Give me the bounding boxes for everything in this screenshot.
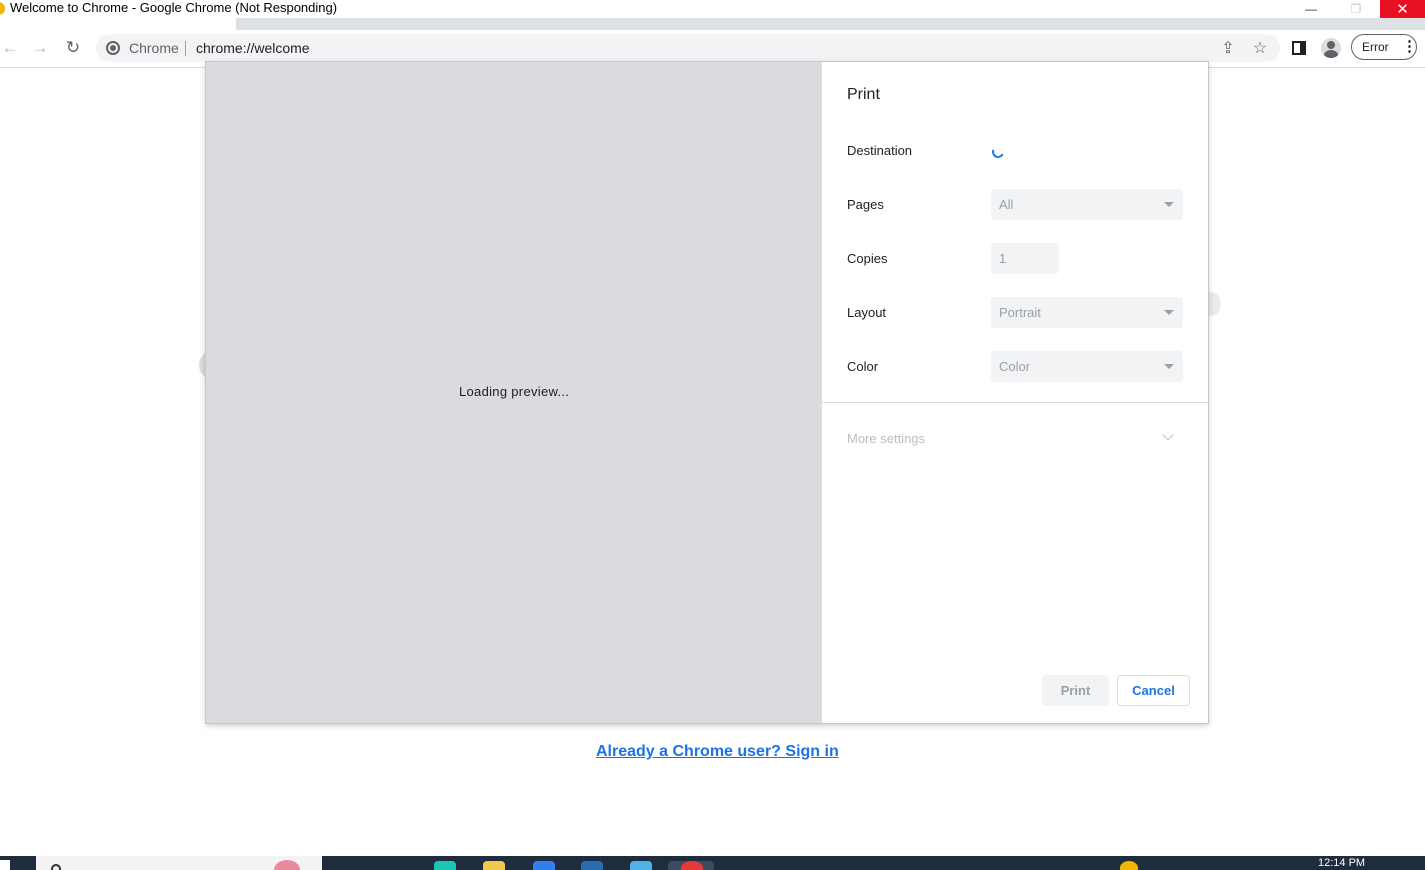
file-explorer-icon[interactable] — [483, 861, 505, 870]
loading-preview-text: Loading preview... — [459, 384, 570, 399]
pages-value: All — [999, 197, 1014, 212]
reload-button[interactable]: ↻ — [61, 37, 85, 59]
share-icon[interactable]: ⇪ — [1218, 38, 1238, 58]
mail-icon[interactable] — [533, 861, 555, 870]
search-icon — [51, 864, 61, 870]
print-title: Print — [847, 86, 880, 103]
more-menu-icon[interactable]: ⋮ — [1402, 38, 1417, 56]
chrome-icon[interactable] — [681, 861, 703, 870]
color-select[interactable]: Color — [991, 351, 1183, 382]
color-label: Color — [847, 359, 879, 374]
profile-error-button[interactable]: Error ⋮ — [1351, 34, 1417, 60]
chevron-down-icon — [1164, 364, 1174, 369]
destination-label: Destination — [847, 143, 913, 158]
tab-strip — [236, 18, 1425, 30]
app-icon[interactable] — [630, 861, 652, 870]
title-bar: Welcome to Chrome - Google Chrome (Not R… — [0, 0, 1425, 18]
pages-label: Pages — [847, 197, 884, 212]
color-value: Color — [999, 359, 1031, 374]
sign-in-link[interactable]: Already a Chrome user? Sign in — [596, 743, 839, 761]
loading-spinner-icon — [990, 144, 1006, 160]
clock-time[interactable]: 12:14 PM — [1318, 857, 1365, 869]
copies-field[interactable]: 1 — [991, 243, 1059, 274]
site-info-icon[interactable] — [106, 41, 120, 55]
chevron-down-icon — [1164, 310, 1174, 315]
minimize-button[interactable]: — — [1288, 0, 1334, 18]
more-settings-toggle[interactable]: More settings — [847, 431, 925, 446]
window-title: Welcome to Chrome - Google Chrome (Not R… — [10, 0, 338, 15]
chrome-logo-icon — [0, 2, 5, 15]
copies-label: Copies — [847, 251, 888, 266]
chevron-down-icon — [1164, 202, 1174, 207]
layout-label: Layout — [847, 305, 887, 320]
edge-icon[interactable] — [434, 861, 456, 870]
copies-value: 1 — [999, 251, 1007, 266]
address-separator — [185, 41, 186, 56]
taskbar-search-box[interactable] — [36, 856, 322, 870]
profile-error-label: Error — [1362, 40, 1389, 54]
forward-button[interactable]: → — [28, 37, 52, 59]
print-preview-area: Loading preview... — [206, 62, 822, 723]
cancel-button[interactable]: Cancel — [1117, 675, 1190, 706]
settings-divider — [822, 402, 1208, 403]
windows-taskbar: 12:14 PM — [0, 856, 1425, 870]
layout-select[interactable]: Portrait — [991, 297, 1183, 328]
layout-value: Portrait — [999, 305, 1041, 320]
profile-avatar-icon[interactable] — [1321, 38, 1341, 58]
maximize-button[interactable]: ❐ — [1333, 0, 1379, 18]
address-bar[interactable]: Chrome chrome://welcome ⇪ ☆ — [96, 34, 1280, 62]
weather-icon[interactable] — [1120, 861, 1138, 870]
windows-start-icon[interactable] — [0, 860, 10, 870]
pages-select[interactable]: All — [991, 189, 1183, 220]
back-button[interactable]: ← — [0, 37, 22, 59]
close-window-button[interactable]: ✕ — [1380, 0, 1425, 18]
search-highlight-icon — [274, 860, 300, 870]
side-panel-icon[interactable] — [1292, 41, 1306, 55]
url-text[interactable]: chrome://welcome — [196, 40, 310, 56]
print-settings-panel: Print Destination Pages All Copies 1 Lay… — [822, 62, 1208, 723]
site-chip-label: Chrome — [129, 40, 179, 56]
store-icon[interactable] — [581, 861, 603, 870]
print-button[interactable]: Print — [1042, 675, 1109, 706]
print-dialog: Loading preview... Print Destination Pag… — [206, 62, 1208, 723]
chevron-down-icon[interactable] — [1162, 429, 1174, 441]
bookmark-star-icon[interactable]: ☆ — [1250, 38, 1270, 58]
